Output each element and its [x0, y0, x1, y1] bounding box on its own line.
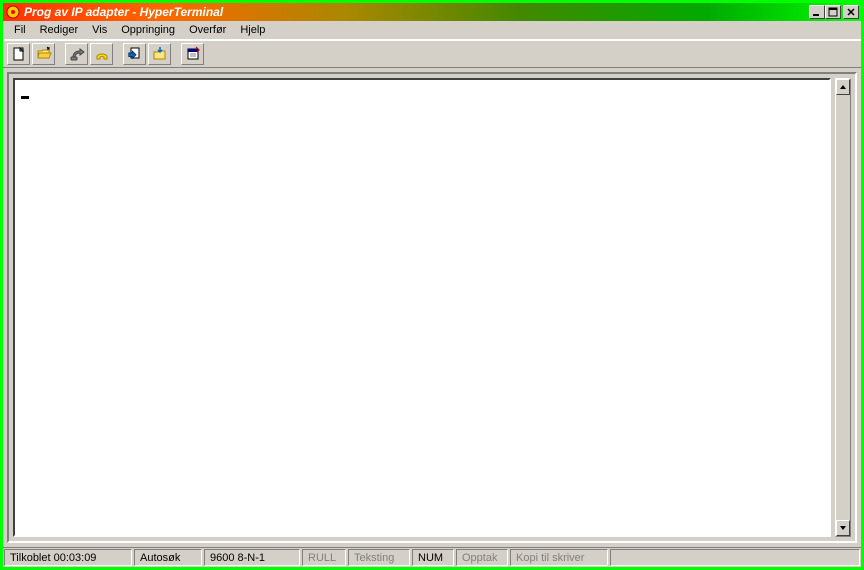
menubar: Fil Rediger Vis Oppringing Overfør Hjelp — [3, 21, 861, 40]
properties-icon — [185, 46, 201, 62]
status-num: NUM — [412, 549, 454, 566]
terminal[interactable] — [13, 78, 831, 537]
status-text: Teksting — [354, 552, 394, 564]
status-spacer — [610, 549, 860, 566]
workspace — [7, 72, 857, 543]
receive-file-button[interactable] — [148, 43, 171, 65]
disconnect-button[interactable] — [90, 43, 113, 65]
status-text: 9600 8-N-1 — [210, 552, 265, 564]
disconnect-phone-icon — [94, 46, 110, 62]
menu-label: Overfør — [189, 24, 226, 36]
new-document-button[interactable] — [7, 43, 30, 65]
window-controls — [809, 5, 859, 19]
new-document-icon — [11, 46, 27, 62]
status-text: Tilkoblet 00:03:09 — [10, 552, 96, 564]
menu-label: Rediger — [40, 24, 79, 36]
app-icon — [5, 4, 21, 20]
menu-fil[interactable]: Fil — [7, 22, 33, 38]
menu-vis[interactable]: Vis — [85, 22, 114, 38]
vertical-scrollbar[interactable] — [835, 78, 851, 537]
close-button[interactable] — [843, 5, 859, 19]
menu-hjelp[interactable]: Hjelp — [233, 22, 272, 38]
menu-label: Vis — [92, 24, 107, 36]
menu-oppringing[interactable]: Oppringing — [114, 22, 182, 38]
scroll-track[interactable] — [836, 95, 850, 520]
window-title: Prog av IP adapter - HyperTerminal — [24, 5, 809, 19]
scroll-up-button[interactable] — [836, 79, 850, 95]
terminal-cursor — [21, 96, 29, 99]
scroll-down-button[interactable] — [836, 520, 850, 536]
chevron-up-icon — [839, 83, 847, 91]
statusbar: Tilkoblet 00:03:09 Autosøk 9600 8-N-1 RU… — [3, 547, 861, 567]
menu-label: Oppringing — [121, 24, 175, 36]
status-connection: Tilkoblet 00:03:09 — [4, 549, 132, 566]
status-text: Opptak — [462, 552, 497, 564]
status-detect: Autosøk — [134, 549, 202, 566]
properties-button[interactable] — [181, 43, 204, 65]
chevron-down-icon — [839, 524, 847, 532]
minimize-button[interactable] — [809, 5, 825, 19]
open-button[interactable] — [32, 43, 55, 65]
status-settings: 9600 8-N-1 — [204, 549, 300, 566]
open-folder-icon — [36, 46, 52, 62]
connect-icon — [69, 46, 85, 62]
titlebar[interactable]: Prog av IP adapter - HyperTerminal — [3, 3, 861, 21]
application-window: Prog av IP adapter - HyperTerminal Fil R… — [0, 0, 864, 570]
menu-rediger[interactable]: Rediger — [33, 22, 86, 38]
menu-label: Hjelp — [240, 24, 265, 36]
status-text: NUM — [418, 552, 443, 564]
menu-overfor[interactable]: Overfør — [182, 22, 233, 38]
send-file-button[interactable] — [123, 43, 146, 65]
connect-button[interactable] — [65, 43, 88, 65]
toolbar — [3, 40, 861, 68]
status-text: Autosøk — [140, 552, 180, 564]
menu-label: Fil — [14, 24, 26, 36]
receive-file-icon — [152, 46, 168, 62]
status-print: Kopi til skriver — [510, 549, 608, 566]
send-file-icon — [127, 46, 143, 62]
status-text: RULL — [308, 552, 336, 564]
status-rull: RULL — [302, 549, 346, 566]
status-teksting: Teksting — [348, 549, 410, 566]
status-opptak: Opptak — [456, 549, 508, 566]
maximize-button[interactable] — [825, 5, 841, 19]
status-text: Kopi til skriver — [516, 552, 584, 564]
